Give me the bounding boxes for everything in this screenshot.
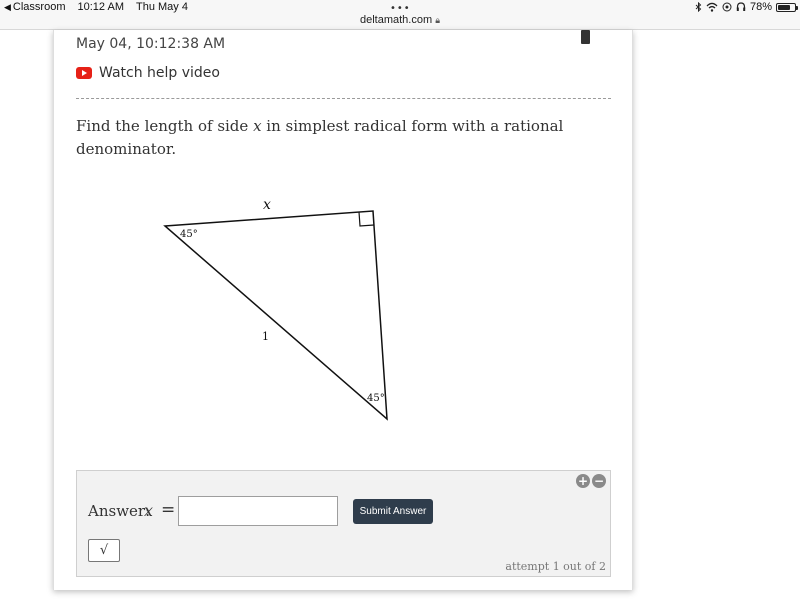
answer-input[interactable] xyxy=(178,496,338,526)
battery-fill xyxy=(778,4,791,10)
back-app-label: Classroom xyxy=(12,1,66,13)
zoom-out-button[interactable]: − xyxy=(592,474,606,488)
back-to-app-button[interactable]: ◀ Classroom xyxy=(4,1,66,13)
zoom-controls: + − xyxy=(576,474,606,488)
location-icon xyxy=(722,2,732,12)
right-angle-marker xyxy=(358,211,375,227)
status-date: Thu May 4 xyxy=(135,1,188,13)
status-bar: ◀ Classroom 10:12 AM Thu May 4 78% xyxy=(0,0,800,16)
square-root-button[interactable]: √ xyxy=(88,539,120,562)
lock-icon: 🔒︎ xyxy=(435,15,440,25)
answer-variable: x xyxy=(144,501,154,520)
angle-bottom-label: 45° xyxy=(367,393,385,404)
status-time: 10:12 AM xyxy=(77,1,124,13)
wifi-icon xyxy=(706,2,718,12)
page-card: May 04, 10:12:38 AM Watch help video Fin… xyxy=(53,30,633,590)
triangle-figure: x 1 45° 45° xyxy=(163,197,388,421)
hypotenuse-label: 1 xyxy=(262,330,269,343)
attempt-counter: attempt 1 out of 2 xyxy=(505,560,606,573)
triangle xyxy=(163,210,388,421)
battery-icon xyxy=(776,2,798,12)
battery-percent: 78% xyxy=(749,1,772,13)
answer-panel: + − Answer: x = Submit Answer √ attempt … xyxy=(76,470,611,577)
zoom-in-button[interactable]: + xyxy=(576,474,590,488)
back-arrow-icon: ◀ xyxy=(4,1,11,12)
answer-label: Answer: xyxy=(88,502,151,520)
answer-equals: = xyxy=(161,500,176,520)
side-x-label: x xyxy=(263,197,271,213)
angle-top-label: 45° xyxy=(180,229,198,240)
bluetooth-icon xyxy=(695,2,702,12)
submit-answer-button[interactable]: Submit Answer xyxy=(353,499,433,524)
headphones-icon xyxy=(736,2,746,11)
